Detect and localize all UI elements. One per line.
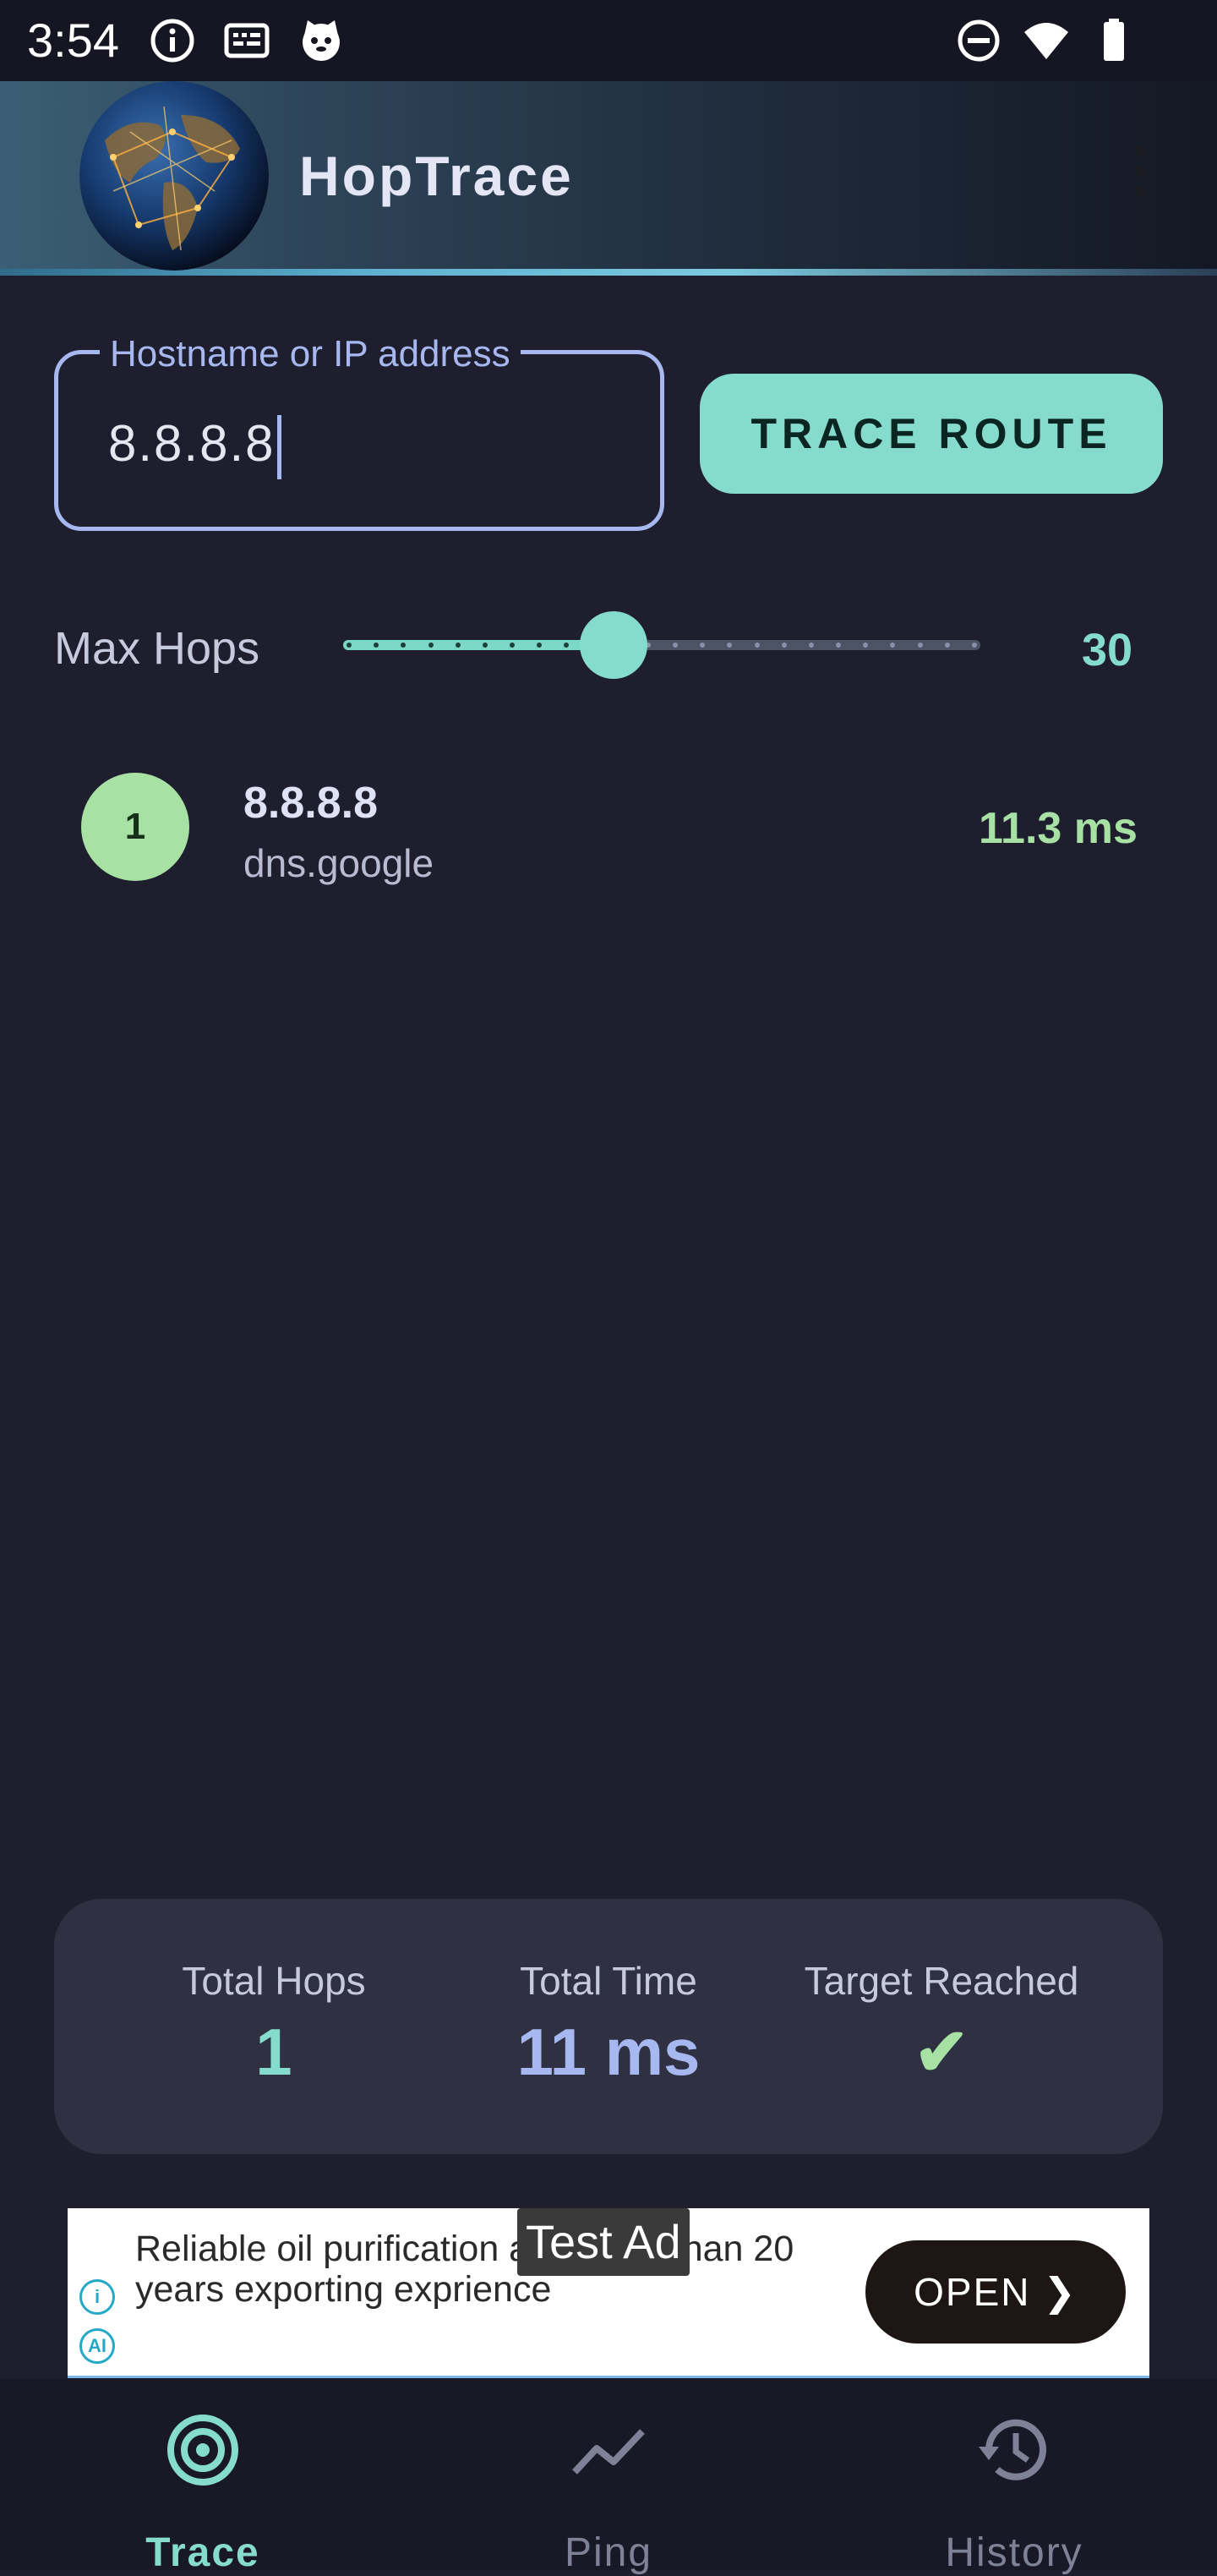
total-time-label: Total Time (520, 1959, 697, 2003)
slider-tick (401, 643, 406, 648)
hostname-field-label: Hostname or IP address (100, 333, 521, 375)
trend-line-icon (571, 2418, 646, 2486)
slider-tick (727, 643, 732, 648)
text-caret (276, 415, 281, 480)
slider-tick (890, 643, 895, 648)
globe-logo (79, 81, 269, 271)
slider-tick (836, 643, 841, 648)
slider-tick (673, 643, 678, 648)
nav-item-history[interactable]: History (811, 2379, 1217, 2575)
app-title: HopTrace (299, 145, 574, 207)
ad-ai-icon: AI (79, 2328, 115, 2364)
slider-tick (755, 643, 760, 648)
nav-label-trace: Trace (145, 2530, 260, 2575)
max-hops-value: 30 (1082, 625, 1133, 675)
target-icon (166, 2413, 240, 2487)
hop-latency: 11.3 ms (979, 804, 1138, 853)
ad-open-button[interactable]: OPEN ❯ (865, 2240, 1126, 2344)
slider-tick (564, 643, 569, 648)
total-hops-value: 1 (255, 2015, 292, 2089)
status-time: 3:54 (27, 14, 119, 67)
hop-hostname: dns.google (243, 841, 434, 885)
ad-open-label: OPEN (914, 2270, 1031, 2314)
target-reached-check-icon: ✔ (914, 2015, 969, 2089)
total-time-value: 11 ms (516, 2015, 701, 2089)
battery-icon (1090, 17, 1138, 64)
slider-track-inactive[interactable] (630, 640, 980, 650)
slider-tick (428, 643, 434, 648)
hostname-input-value: 8.8.8.8 (108, 415, 276, 472)
nav-item-trace[interactable]: Trace (0, 2379, 406, 2575)
history-icon (977, 2413, 1051, 2487)
chevron-right-icon: ❯ (1043, 2270, 1078, 2314)
slider-track-active[interactable] (343, 640, 612, 650)
slider-tick (809, 643, 814, 648)
hop-ip[interactable]: 8.8.8.8 (243, 778, 378, 829)
hop-number-badge: 1 (81, 773, 189, 881)
ad-text[interactable]: Reliable oil purification and more than … (135, 2229, 811, 2310)
wifi-icon (1023, 17, 1070, 64)
nav-label-ping: Ping (564, 2530, 653, 2575)
slider-tick (863, 643, 868, 648)
nav-item-ping[interactable]: Ping (406, 2379, 811, 2575)
cat-face-icon (297, 17, 345, 64)
slider-tick (782, 643, 787, 648)
slider-tick (945, 643, 950, 648)
hostname-input[interactable]: 8.8.8.8 (108, 414, 281, 480)
slider-tick (510, 643, 515, 648)
slider-tick (537, 643, 542, 648)
test-ad-label: Test Ad (517, 2208, 690, 2276)
max-hops-label: Max Hops (54, 623, 260, 674)
trace-route-button[interactable]: TRACE ROUTE (700, 374, 1163, 494)
keyboard-icon (223, 17, 270, 64)
target-reached-label: Target Reached (804, 1959, 1079, 2003)
total-hops-label: Total Hops (182, 1959, 366, 2003)
slider-tick (374, 643, 379, 648)
nav-label-history: History (945, 2530, 1083, 2575)
overflow-menu-icon[interactable] (1124, 142, 1158, 210)
max-hops-slider-thumb[interactable] (580, 611, 647, 679)
slider-tick (347, 643, 352, 648)
info-icon (149, 17, 196, 64)
slider-tick (918, 643, 923, 648)
slider-tick (456, 643, 461, 648)
ad-info-icon[interactable]: i (79, 2279, 115, 2315)
slider-tick (972, 643, 977, 648)
slider-tick (700, 643, 705, 648)
slider-tick (483, 643, 488, 648)
do-not-disturb-icon (955, 17, 1002, 64)
